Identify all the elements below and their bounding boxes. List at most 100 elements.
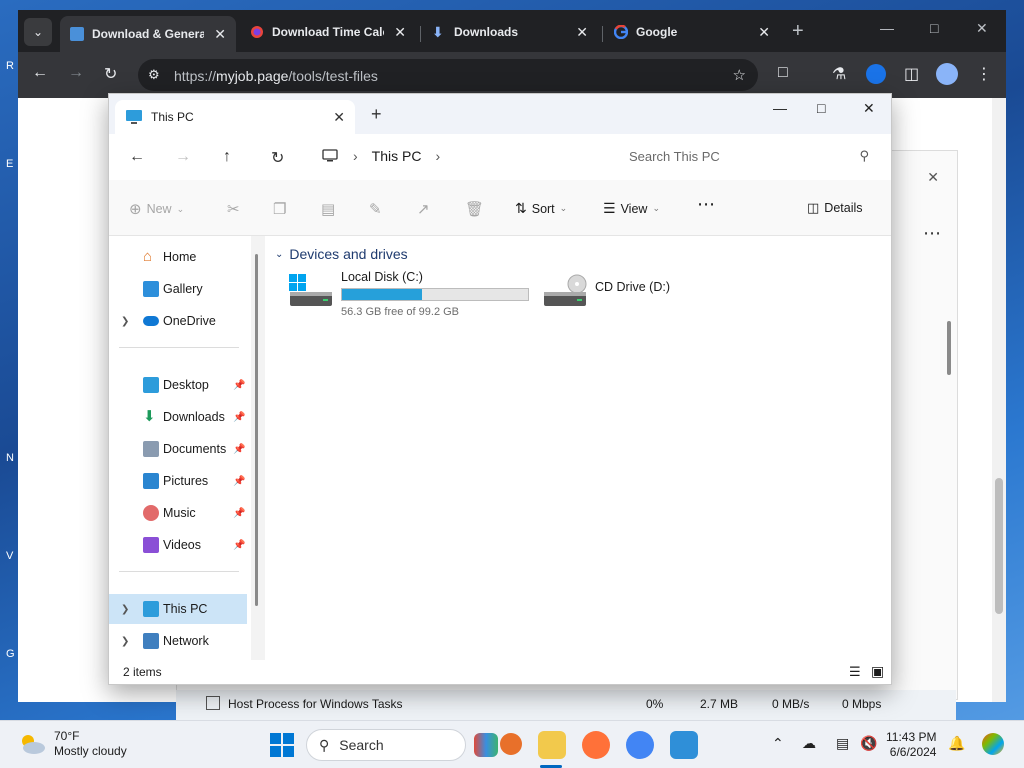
chevron-right-icon[interactable]: ❯ [121, 604, 129, 615]
browser-tab-google[interactable]: Google ✕ [604, 16, 780, 48]
up-button[interactable]: ↑ [223, 148, 231, 166]
profile-avatar[interactable] [936, 63, 958, 85]
new-tab-button[interactable]: + [792, 20, 804, 43]
group-header-devices[interactable]: ⌄ Devices and drives [275, 246, 408, 262]
pin-icon[interactable]: 📌 [233, 412, 245, 423]
scrollbar-thumb[interactable] [995, 478, 1003, 614]
weather-widget[interactable]: 70°F Mostly cloudy [18, 729, 127, 759]
volume-muted-icon[interactable]: 🔇 [860, 735, 877, 752]
drive-cd-d[interactable]: CD Drive (D:) [543, 270, 703, 320]
bookmark-star-icon[interactable]: ☆ [733, 66, 746, 84]
cut-button[interactable]: ✂ [227, 200, 240, 218]
windows-start-icon[interactable] [270, 733, 294, 757]
page-scrollbar[interactable] [992, 98, 1006, 702]
more-menu-icon[interactable]: ⋯ [923, 223, 941, 244]
sidebar-item-videos[interactable]: Videos 📌 [109, 530, 247, 560]
chevron-right-icon[interactable]: ❯ [121, 636, 129, 647]
details-view-icon[interactable]: ☰ [849, 664, 861, 680]
close-icon[interactable]: ✕ [576, 24, 588, 41]
close-icon[interactable]: ✕ [927, 169, 939, 186]
sidebar-scroll-track[interactable] [251, 236, 265, 660]
pin-icon[interactable]: 📌 [233, 476, 245, 487]
bell-icon[interactable]: 🔔 [948, 735, 965, 752]
close-icon[interactable]: ✕ [758, 24, 770, 41]
chevron-right-icon[interactable]: › [435, 148, 440, 164]
table-row[interactable]: Host Process for Windows Tasks 0% 2.7 MB… [176, 690, 956, 720]
address-bar[interactable]: › This PC › [309, 140, 605, 172]
extensions-icon[interactable]: □ [778, 64, 788, 82]
profile-sync-icon[interactable] [866, 64, 886, 84]
close-window-button[interactable]: ✕ [976, 20, 988, 37]
network-icon[interactable]: ▤ [836, 735, 849, 752]
pin-icon[interactable]: 📌 [233, 508, 245, 519]
cloud-offline-icon[interactable]: ☁ [802, 735, 816, 752]
sort-button[interactable]: ⇅ Sort ⌄ [515, 200, 567, 217]
delete-button[interactable]: 🗑 [465, 200, 484, 218]
sidebar-item-desktop[interactable]: Desktop 📌 [109, 370, 247, 400]
refresh-button[interactable]: ↻ [271, 148, 284, 168]
pin-icon[interactable]: 📌 [233, 540, 245, 551]
list-scrollbar-thumb[interactable] [947, 321, 951, 375]
sidebar-item-music[interactable]: Music 📌 [109, 498, 247, 528]
taskbar-search[interactable]: ⚲ Search [306, 729, 466, 761]
pin-icon[interactable]: 📌 [233, 444, 245, 455]
rename-button[interactable]: ✎ [369, 200, 382, 218]
details-button[interactable]: ◫ Details [807, 200, 863, 216]
minimize-button[interactable]: — [773, 100, 787, 116]
sidebar-item-network[interactable]: ❯ Network [109, 626, 247, 656]
view-button[interactable]: ☰ View ⌄ [603, 200, 660, 217]
close-icon[interactable]: ✕ [333, 109, 345, 126]
firefox-icon[interactable] [582, 731, 610, 759]
explorer-tab-this-pc[interactable]: This PC ✕ [115, 100, 355, 134]
photos-icon[interactable] [670, 731, 698, 759]
chevron-up-icon[interactable]: ⌃ [772, 735, 784, 752]
sidebar-scrollbar-thumb[interactable] [255, 254, 258, 606]
chrome-icon[interactable] [626, 731, 654, 759]
new-button[interactable]: ⊕ New ⌄ [129, 200, 184, 218]
forward-button[interactable]: → [175, 148, 191, 166]
back-button[interactable]: ← [32, 64, 48, 82]
side-panel-icon[interactable]: ◫ [904, 64, 919, 84]
sidebar-item-onedrive[interactable]: ❯ OneDrive [109, 306, 247, 336]
search-highlight-icon[interactable] [474, 733, 498, 757]
share-button[interactable]: ↗ [417, 200, 430, 218]
drive-name: CD Drive (D:) [595, 280, 670, 294]
sidebar-item-downloads[interactable]: ⬇ Downloads 📌 [109, 402, 247, 432]
close-icon[interactable]: ✕ [394, 24, 406, 41]
copy-button[interactable]: ❐ [273, 200, 286, 218]
address-bar[interactable]: ⚙ https://myjob.page/tools/test-files ☆ [138, 59, 758, 91]
tiles-view-icon[interactable]: ▣ [871, 663, 884, 680]
browser-tab-download-generate[interactable]: Download & Genera ✕ [60, 16, 236, 52]
new-tab-button[interactable]: + [371, 104, 382, 125]
pin-icon[interactable]: 📌 [233, 380, 245, 391]
chevron-right-icon[interactable]: ❯ [121, 316, 129, 327]
file-explorer-taskbar-icon[interactable] [538, 731, 566, 759]
sidebar-item-this-pc[interactable]: ❯ This PC [109, 594, 247, 624]
close-icon[interactable]: ✕ [214, 26, 226, 43]
copilot-icon[interactable] [982, 733, 1004, 755]
forward-button[interactable]: → [68, 64, 84, 82]
close-window-button[interactable]: ✕ [863, 100, 875, 117]
see-more-button[interactable]: ⋯ [697, 194, 715, 215]
site-info-icon[interactable]: ⚙ [148, 67, 160, 83]
search-input[interactable]: Search This PC ⚲ [613, 140, 881, 172]
sidebar-item-documents[interactable]: Documents 📌 [109, 434, 247, 464]
maximize-button[interactable]: □ [817, 100, 825, 116]
tab-search-button[interactable]: ⌄ [24, 18, 52, 46]
paste-button[interactable]: ▤ [321, 200, 335, 218]
maximize-button[interactable]: □ [930, 20, 938, 36]
breadcrumb[interactable]: This PC [372, 148, 422, 164]
minimize-button[interactable]: — [880, 20, 894, 36]
reload-button[interactable]: ↻ [104, 64, 117, 84]
labs-flask-icon[interactable]: ⚗ [832, 64, 846, 84]
drive-local-disk-c[interactable]: Local Disk (C:) 56.3 GB free of 99.2 GB [289, 270, 529, 320]
basketball-icon[interactable] [500, 733, 522, 755]
clock[interactable]: 11:43 PM 6/6/2024 [886, 730, 936, 760]
browser-tab-downloads[interactable]: ⬇ Downloads ✕ [422, 16, 598, 48]
back-button[interactable]: ← [129, 148, 145, 166]
sidebar-item-home[interactable]: ⌂ Home [109, 242, 247, 272]
sidebar-item-pictures[interactable]: Pictures 📌 [109, 466, 247, 496]
more-menu-icon[interactable]: ⋮ [976, 64, 992, 84]
browser-tab-download-time[interactable]: Download Time Calc ✕ [240, 16, 416, 48]
sidebar-item-gallery[interactable]: Gallery [109, 274, 247, 304]
